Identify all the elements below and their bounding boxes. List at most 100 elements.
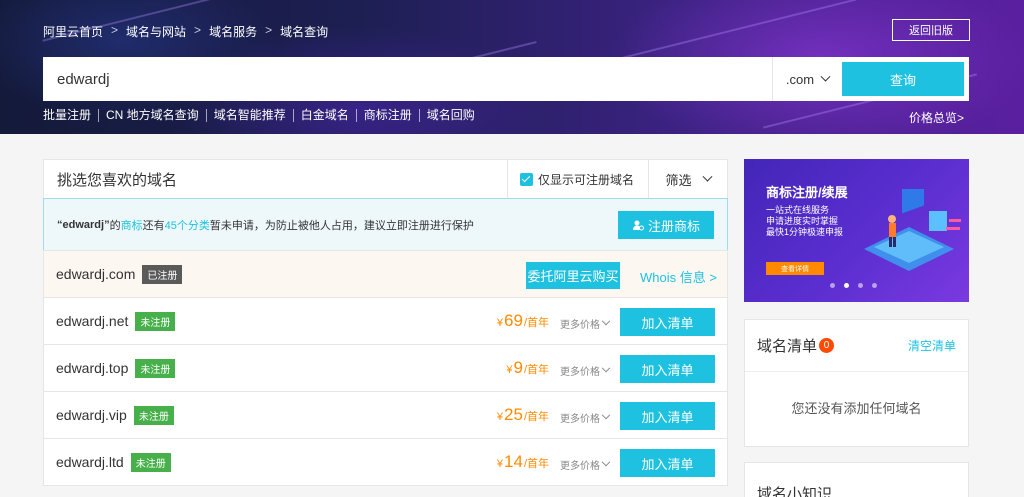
breadcrumb-item-domain-service[interactable]: 域名服务 [209,23,257,40]
chevron-down-icon [820,71,831,82]
notice-text: 还有 [142,219,165,232]
price-unit: /首年 [523,458,549,470]
only-available-toggle[interactable]: 仅显示可注册域名 [506,159,648,199]
tld-selected-value: .com [785,71,815,87]
quick-links: 批量注册 CN 地方域名查询 域名智能推荐 白金域名 商标注册 域名回购 [43,109,482,122]
chevron-down-icon [601,457,611,466]
notice-trademark-link[interactable]: 商标 [121,217,143,233]
cart-empty-message: 您还没有添加任何域名 [791,401,922,416]
ad-details-button[interactable]: 查看详情 [766,262,824,275]
tld-dropdown[interactable]: .com [772,57,842,101]
decor-streak [603,0,857,64]
more-prices-toggle[interactable]: 更多价格 [560,316,611,331]
filter-bar: 挑选您喜欢的域名 仅显示可注册域名 筛选 [43,159,728,199]
domain-row-registered: edwardj.com 已注册 委托阿里云购买 Whois 信息 > [43,250,728,298]
available-badge: 未注册 [135,358,176,378]
available-badge: 未注册 [133,405,174,425]
domain-row: edwardj.top 未注册 ¥9/首年 更多价格 加入清单 [43,344,728,392]
registered-badge: 已注册 [142,264,183,284]
more-prices-toggle[interactable]: 更多价格 [560,363,611,378]
carousel-dot-active[interactable] [844,283,849,288]
checkbox-checked-icon[interactable] [519,172,533,186]
cart-count-badge: 0 [819,338,835,353]
search-button[interactable]: 查询 [842,62,964,96]
currency-symbol: ¥ [496,317,504,329]
domain-row: edwardj.net 未注册 ¥69/首年 更多价格 加入清单 [43,297,728,345]
price-value: 25 [504,405,523,424]
price-value: 14 [504,452,523,471]
available-badge: 未注册 [135,311,176,331]
entrust-purchase-button[interactable]: 委托阿里云购买 [526,262,620,289]
add-to-list-button[interactable]: 加入清单 [620,402,715,430]
cart-header: 域名清单 0 清空清单 [745,320,968,372]
more-prices-toggle[interactable]: 更多价格 [560,410,611,425]
carousel-dot[interactable] [830,283,835,288]
price-value: 69 [504,311,523,330]
carousel-dot[interactable] [858,283,863,288]
more-prices-label: 更多价格 [560,414,600,425]
domain-cart: 域名清单 0 清空清单 您还没有添加任何域名 [744,319,969,447]
quick-link-trademark[interactable]: 商标注册 [355,109,419,122]
price-unit: /首年 [523,364,549,376]
domain-row: edwardj.vip 未注册 ¥25/首年 更多价格 加入清单 [43,391,728,439]
domain-search-bar: .com 查询 [43,57,969,101]
breadcrumb-separator: > [111,23,119,37]
carousel-dots [830,283,877,288]
results-title: 挑选您喜欢的域名 [57,171,178,189]
filter-dropdown[interactable]: 筛选 [648,159,727,199]
domain-name: edwardj.vip [56,407,127,423]
domain-name: edwardj.ltd [56,454,124,470]
register-trademark-label: 注册商标 [647,218,700,234]
carousel-dot[interactable] [872,283,877,288]
notice-text: 的 [109,219,121,232]
price-overview-link[interactable]: 价格总览> [909,109,964,126]
available-badge: 未注册 [130,452,171,472]
ad-line: 申请进度实时掌握 [766,216,839,226]
notice-categories-link[interactable]: 45个分类 [165,217,210,233]
cart-title: 域名清单 [757,338,818,355]
quick-link-smart-recommend[interactable]: 域名智能推荐 [205,109,293,122]
breadcrumb-item-domain-query: 域名查询 [280,25,329,39]
price-unit: /首年 [523,317,549,329]
price-unit: /首年 [523,411,549,423]
currency-symbol: ¥ [496,411,504,423]
trademark-ad-banner[interactable]: 商标注册/续展 一站式在线服务 申请进度实时掌握 最快1分钟极速申报 查看详情 [744,159,969,302]
domain-name: edwardj.top [56,360,129,376]
return-old-version-button[interactable]: 返回旧版 [892,19,970,41]
search-hero-banner: 阿里云首页 > 域名与网站 > 域名服务 > 域名查询 返回旧版 .com 查询… [0,0,1024,134]
ad-line: 最快1分钟极速申报 [766,227,844,237]
clear-cart-link[interactable]: 清空清单 [908,337,956,354]
whois-link[interactable]: Whois 信息 > [640,267,717,286]
domain-tips-panel: 域名小知识 [744,462,969,497]
register-trademark-button[interactable]: 注册商标 [618,211,714,239]
only-available-label: 仅显示可注册域名 [537,172,634,187]
quick-link-platinum[interactable]: 白金域名 [292,109,356,122]
price-value: 9 [513,358,523,377]
quick-link-buyback[interactable]: 域名回购 [418,109,482,122]
breadcrumb-item-home[interactable]: 阿里云首页 [43,23,103,40]
filter-label: 筛选 [665,172,692,188]
notice-text: 暂未申请，为防止被他人占用，建议立即注册进行保护 [209,219,474,232]
domain-price: ¥69/首年 [497,311,549,331]
domain-search-input[interactable] [43,57,772,101]
tips-title: 域名小知识 [757,486,833,497]
more-prices-label: 更多价格 [560,461,600,472]
domain-row: edwardj.ltd 未注册 ¥14/首年 更多价格 加入清单 [43,438,728,486]
more-prices-toggle[interactable]: 更多价格 [560,457,611,472]
breadcrumb-separator: > [265,23,273,37]
domain-results: 挑选您喜欢的域名 仅显示可注册域名 筛选 “edwardj” 的 商标 还有 4… [43,159,728,486]
domain-price: ¥25/首年 [497,405,549,425]
add-to-list-button[interactable]: 加入清单 [620,355,715,383]
ad-line: 一站式在线服务 [766,205,830,215]
quick-link-cn-local[interactable]: CN 地方域名查询 [98,109,206,122]
add-to-list-button[interactable]: 加入清单 [620,308,715,336]
domain-price: ¥14/首年 [497,452,549,472]
ad-subtitle: 一站式在线服务 申请进度实时掌握 最快1分钟极速申报 [766,205,843,238]
breadcrumb-item-domain-site[interactable]: 域名与网站 [126,23,186,40]
domain-name: edwardj.net [56,313,129,329]
add-to-list-button[interactable]: 加入清单 [620,449,715,477]
chevron-down-icon [702,171,712,182]
ad-title: 商标注册/续展 [766,185,848,200]
more-prices-label: 更多价格 [560,367,600,378]
quick-link-bulk-register[interactable]: 批量注册 [43,109,98,122]
